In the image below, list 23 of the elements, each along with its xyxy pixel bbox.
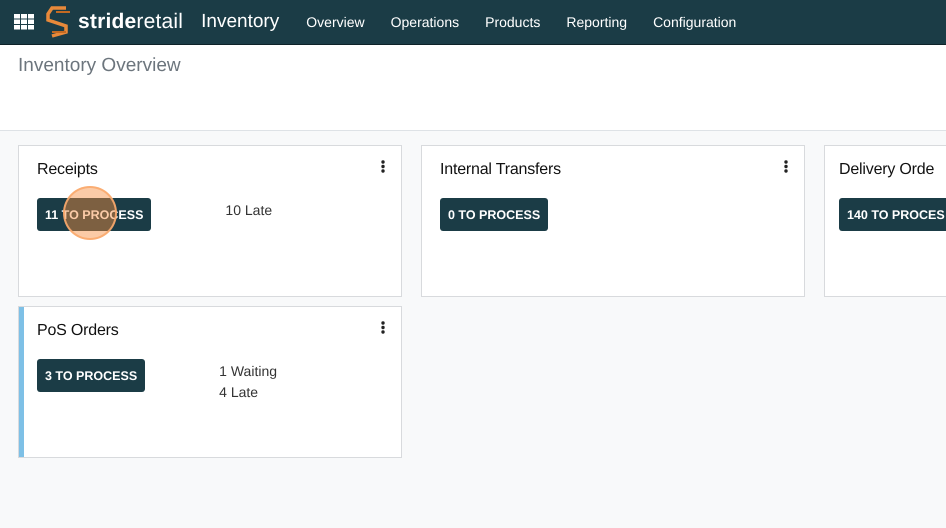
nav-menu-item[interactable]: Products: [472, 14, 554, 30]
to-process-button[interactable]: 3 TO PROCESS: [37, 359, 146, 392]
card-title: PoS Orders: [37, 321, 119, 341]
card-title: Receipts: [37, 160, 98, 180]
apps-grid-icon[interactable]: [14, 14, 34, 30]
kebab-menu-icon[interactable]: [381, 160, 385, 173]
card-stat-link[interactable]: 4 Late: [219, 384, 278, 400]
kebab-menu-icon[interactable]: [381, 321, 385, 334]
nav-menu-item[interactable]: Operations: [378, 14, 472, 30]
app-title[interactable]: Inventory: [201, 11, 280, 33]
brand-name: strideretail: [78, 10, 184, 34]
kebab-menu-icon[interactable]: [784, 160, 788, 173]
nav-menu-item[interactable]: Configuration: [640, 14, 750, 30]
to-process-button[interactable]: 140 TO PROCES: [839, 198, 946, 231]
nav-menu-item[interactable]: Reporting: [553, 14, 640, 30]
nav-menu-item[interactable]: Overview: [293, 14, 378, 30]
card-stat-link[interactable]: 1 Waiting: [219, 363, 278, 379]
card-title: Delivery Orde: [839, 160, 934, 180]
card-title: Internal Transfers: [440, 160, 561, 180]
page-title: Inventory Overview: [18, 55, 181, 76]
to-process-button[interactable]: 0 TO PROCESS: [440, 198, 548, 231]
logo-icon: [46, 6, 72, 38]
card-stat-link[interactable]: 10 Late: [225, 202, 272, 218]
